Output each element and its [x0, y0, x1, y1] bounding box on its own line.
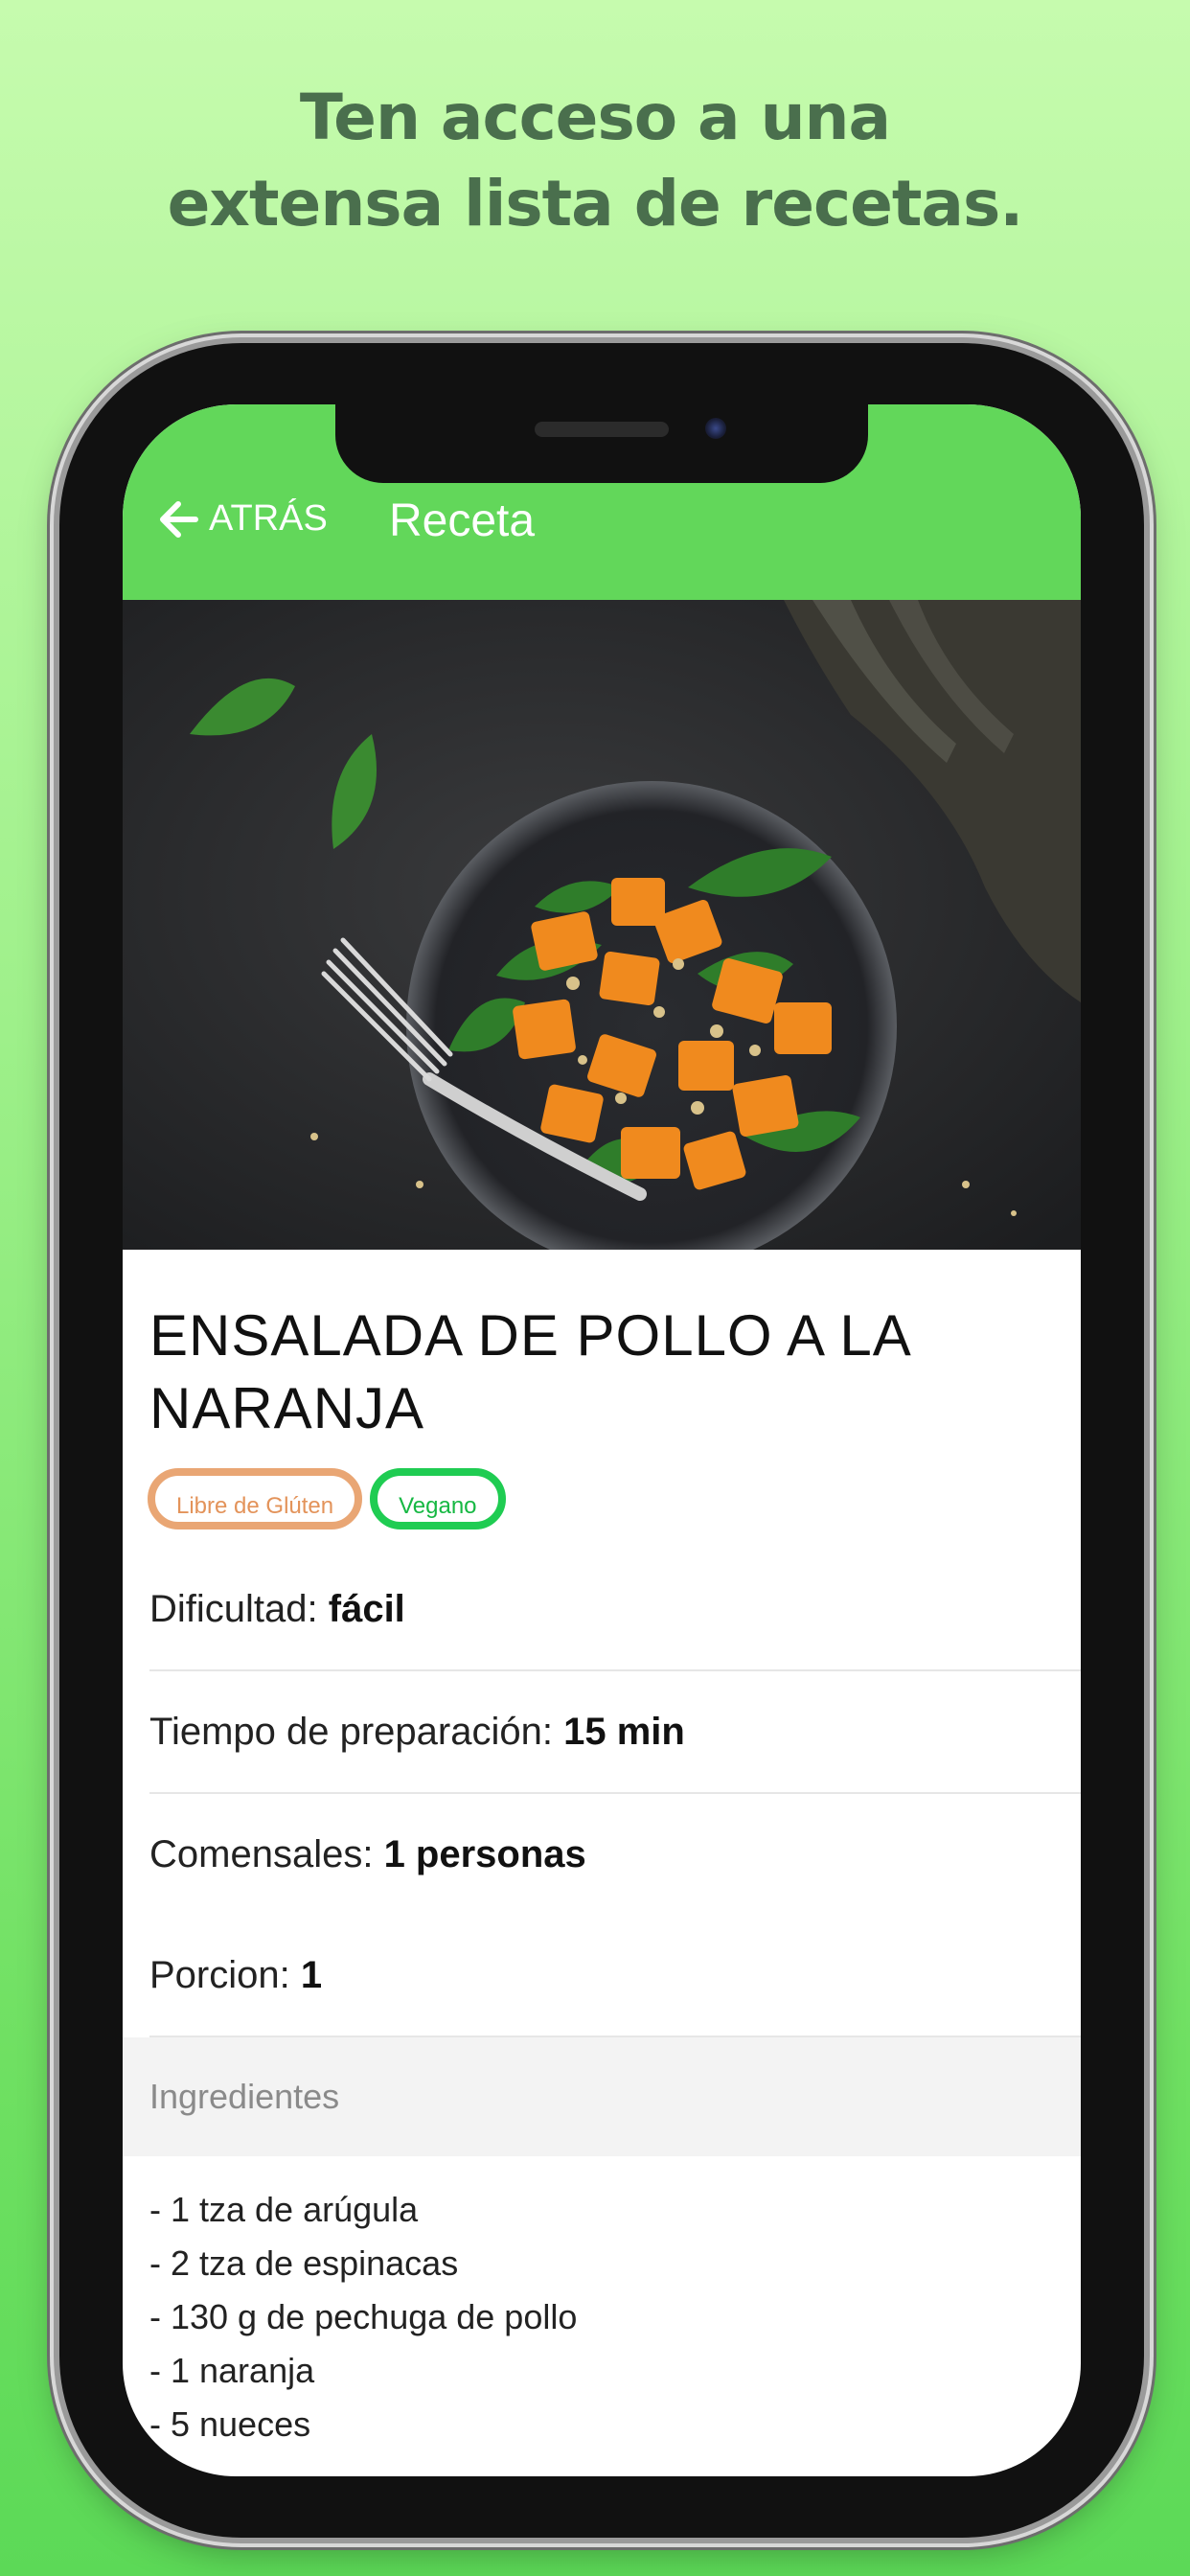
phone-mute-switch — [50, 640, 59, 723]
phone-power-button — [1144, 851, 1154, 1110]
front-camera — [705, 418, 726, 439]
prep-time-row: Tiempo de preparación: 15 min — [149, 1671, 1081, 1794]
recipe-details: ENSALADA DE POLLO A LA NARANJA Libre de … — [123, 1250, 1081, 2451]
back-button-label: ATRÁS — [209, 498, 328, 539]
diners-label: Comensales: — [149, 1833, 374, 1875]
difficulty-value: fácil — [328, 1588, 405, 1630]
recipe-title: ENSALADA DE POLLO A LA NARANJA — [149, 1303, 909, 1440]
difficulty-label: Dificultad: — [149, 1588, 318, 1630]
recipe-photo — [123, 600, 1081, 1250]
portion-label: Porcion: — [149, 1954, 290, 1996]
list-item: - 2 tza de espinacas — [149, 2243, 459, 2283]
promo-headline-line-2: extensa lista de recetas. — [167, 167, 1024, 241]
prep-time-value: 15 min — [563, 1711, 685, 1753]
ingredients-header: Ingredientes — [123, 2037, 1081, 2156]
page-title: Receta — [389, 495, 536, 546]
promo-headline-line-1: Ten acceso a una — [299, 80, 891, 154]
phone-notch — [335, 404, 868, 483]
list-item: - 130 g de pechuga de pollo — [149, 2297, 578, 2336]
prep-time-label: Tiempo de preparación: — [149, 1711, 553, 1753]
phone-volume-down-button — [50, 997, 59, 1160]
promo-headline: Ten acceso a una extensa lista de receta… — [0, 75, 1190, 247]
list-item: - 1 tza de arúgula — [149, 2190, 419, 2229]
portion-value: 1 — [300, 1954, 323, 1996]
tag-gluten-free: Libre de Glúten — [148, 1468, 363, 1530]
tag-vegan: Vegano — [370, 1468, 506, 1530]
back-button[interactable]: ATRÁS — [157, 498, 328, 540]
recipe-tags: Libre de Glúten Vegano — [148, 1468, 1081, 1530]
diners-value: 1 personas — [383, 1833, 586, 1875]
list-item: - 5 nueces — [149, 2404, 311, 2444]
list-item: - 1 naranja — [149, 2351, 315, 2390]
ingredients-list: - 1 tza de arúgula - 2 tza de espinacas … — [123, 2156, 1081, 2451]
difficulty-row: Dificultad: fácil — [149, 1549, 1081, 1671]
phone-screen: ATRÁS Receta ENSALADA DE POLLO A LA NARA… — [123, 404, 1081, 2476]
arrow-left-icon — [160, 500, 198, 538]
speaker-grille — [535, 422, 669, 437]
phone-volume-up-button — [50, 795, 59, 958]
diners-row: Comensales: 1 personas — [149, 1794, 1081, 1915]
portion-row: Porcion: 1 — [149, 1915, 1081, 2037]
